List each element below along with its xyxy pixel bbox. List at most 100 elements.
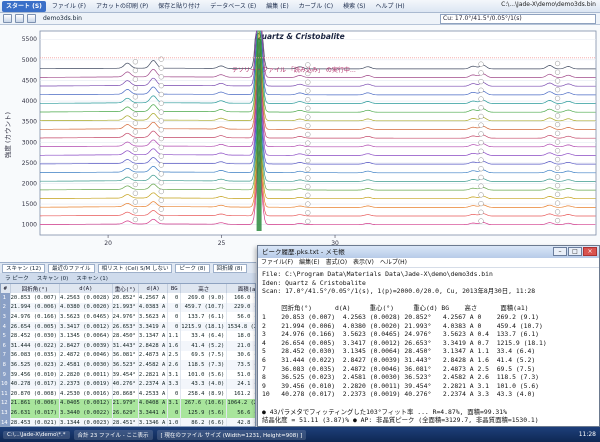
menu-item[interactable]: カーブル (C) — [295, 1, 337, 12]
bottom-tab[interactable]: 相リスト (Cel) S/M しない — [97, 263, 173, 273]
peak-marker — [478, 131, 484, 137]
panel-tab[interactable]: ラ ピーク — [2, 274, 32, 282]
open-icon[interactable] — [3, 14, 12, 23]
peak-marker — [158, 215, 164, 221]
table-row[interactable]: 9 39.456 (0.010) 2.2820 (0.0011) 39.454° 2.2… — [1, 369, 255, 380]
peak-marker — [554, 104, 561, 110]
panel-tab[interactable]: スキャン (1) — [73, 274, 111, 282]
peak-marker — [478, 218, 484, 224]
peak-marker — [554, 95, 561, 101]
table-cell: 3.1344 (0.0023) — [59, 417, 113, 426]
bottom-tab[interactable]: ピーク (8) — [175, 263, 210, 273]
peak-marker — [554, 60, 561, 67]
status-item: C:\...\Jade-X\demo\*.* — [3, 430, 70, 439]
table-cell: 24.976° — [112, 312, 139, 322]
table-row[interactable]: 11 20.870 (0.008) 4.2530 (0.0016) 20.868° 4.… — [1, 388, 255, 399]
start-button[interactable]: スタート (S) — [2, 0, 46, 12]
menu-item[interactable]: データベース (E) — [206, 1, 260, 12]
notepad-menu-item[interactable]: ファイル(F) — [261, 258, 293, 267]
menu-item[interactable]: 保存と貼り付け — [154, 1, 204, 12]
notepad-text[interactable]: File: C:\Program Data\Materials Data\Jad… — [258, 268, 599, 426]
chart-banner: テソリー・ファイル 「読み込み」 の実行中… — [232, 66, 356, 74]
peak-marker — [132, 181, 138, 188]
notepad-menu-item[interactable]: 編集(E) — [299, 258, 319, 267]
table-row[interactable]: 1 20.853 (0.007) 4.2563 (0.0028) 20.852° 4.2… — [1, 293, 255, 303]
peak-table-header[interactable]: 重心(°) — [112, 284, 139, 293]
table-row[interactable]: 10 40.278 (0.017) 2.2373 (0.0019) 40.276° 2.… — [1, 379, 255, 389]
notepad-line: 3 24.976 (0.166) 3.5623 (0.0465) 24.976°… — [262, 330, 540, 339]
table-cell: 3.3440 (0.0022) — [59, 408, 113, 418]
peak-marker — [478, 122, 484, 128]
y-tick-label: 2000 — [22, 180, 37, 187]
peak-marker — [158, 206, 164, 212]
table-row[interactable]: 3 24.976 (0.166) 3.5623 (0.0465) 24.976° 3.5… — [1, 312, 255, 322]
table-cell: 28.450° — [112, 331, 139, 341]
maximize-icon[interactable]: □ — [568, 247, 582, 256]
save-icon[interactable] — [15, 14, 24, 23]
panel-tab[interactable]: スキャン (0) — [34, 274, 72, 282]
table-cell: 20.852° — [112, 293, 139, 303]
print-icon[interactable] — [27, 14, 36, 23]
table-cell: 2.2820 (0.0011) — [59, 369, 113, 380]
peak-table-header[interactable]: BG — [167, 284, 182, 293]
notepad-menu-item[interactable]: 表示(V) — [353, 258, 374, 267]
table-row[interactable]: 14 28.453 (0.021) 3.1344 (0.0023) 28.451° 3.… — [1, 417, 255, 426]
peak-table-header[interactable]: 面積(a1) — [226, 284, 255, 293]
peak-table-header[interactable]: # — [1, 284, 11, 293]
table-cell: 2.2374 A — [138, 379, 169, 389]
peak-marker — [132, 216, 138, 223]
table-cell: 21.979° — [112, 398, 139, 409]
notepad-menu-item[interactable]: ヘルプ(H) — [380, 258, 407, 267]
table-cell: 3.1346 A — [138, 417, 169, 426]
menu-item[interactable]: アカットの印刷 (P) — [92, 1, 152, 12]
table-row[interactable]: 8 36.525 (0.023) 2.4581 (0.0030) 36.523° 2.4… — [1, 360, 255, 370]
peak-marker — [305, 140, 311, 146]
table-cell: 39.456 (0.010) — [10, 369, 60, 380]
table-cell: 4.0405 (0.0012) — [59, 398, 113, 409]
peak-table-header[interactable]: 回折角(°) — [10, 284, 60, 293]
table-cell: 459.7 (10.7) — [180, 302, 228, 313]
peak-marker — [554, 148, 561, 154]
menu-item[interactable]: ファイル (F) — [48, 1, 90, 12]
table-row[interactable]: 13 26.631 (0.017) 3.3440 (0.0022) 26.629° 3.… — [1, 408, 255, 418]
table-cell: 4.0383 A — [138, 302, 169, 313]
table-row[interactable]: 6 31.444 (0.022) 2.8427 (0.0039) 31.443° 2.8… — [1, 340, 255, 351]
xrd-pattern-plot[interactable]: 1000 1500 2000 2500 3000 3500 4000 4500 5000 5500… — [0, 25, 600, 262]
menu-item[interactable]: 検索 (S) — [339, 1, 369, 12]
table-row[interactable]: 4 26.654 (0.005) 3.3417 (0.0012) 26.653° 3.3… — [1, 321, 255, 332]
peak-marker — [305, 192, 311, 198]
peak-marker — [478, 78, 484, 85]
notepad-line: 4 26.654 (0.005) 3.3417 (0.0012) 26.653°… — [262, 338, 547, 347]
table-cell: 0 — [167, 321, 182, 332]
peak-marker — [554, 130, 561, 136]
scan-parameters-field[interactable]: Cu: 17.0°/41.5°/0.05°/1(s) — [440, 14, 596, 24]
peak-table-header[interactable]: d(A) — [138, 284, 169, 293]
peak-table-header[interactable]: 高さ — [180, 284, 228, 293]
table-row[interactable]: 5 28.452 (0.030) 3.1345 (0.0064) 28.450° 3.1… — [1, 331, 255, 341]
table-row[interactable]: 2 21.994 (0.006) 4.0380 (0.0020) 21.993° 4.0… — [1, 302, 255, 313]
peak-table-header[interactable]: d(A) — [59, 284, 113, 293]
bottom-tab[interactable]: 最近のファイル — [48, 263, 95, 273]
statusbar: C:\...\Jade-X\demo\*.* 合計 23 ファイル - ここ表示[… — [0, 427, 600, 442]
minimize-icon[interactable]: – — [553, 247, 567, 256]
notepad-line: 2 21.994 (0.006) 4.0380 (0.0020) 21.993°… — [262, 321, 543, 330]
table-row[interactable]: 7 36.083 (0.035) 2.4872 (0.0046) 36.081° 2.4… — [1, 350, 255, 361]
menu-item[interactable]: ヘルプ (H) — [372, 1, 409, 12]
notepad-titlebar[interactable]: ピーク履歴.pks.txt - メモ帳 – □ × — [258, 246, 599, 258]
close-icon[interactable]: × — [583, 247, 597, 256]
menu-item[interactable]: 編集 (E) — [262, 1, 292, 12]
peak-marker — [158, 188, 164, 195]
peak-marker — [132, 76, 138, 82]
bottom-tab[interactable]: スキャン (12) — [2, 263, 46, 273]
notepad-line — [262, 425, 595, 426]
table-cell: 0 — [167, 388, 182, 399]
table-row[interactable]: 12 21.861 (0.006) 4.0405 (0.0012) 21.979° 4.… — [1, 398, 255, 409]
notepad-menu-item[interactable]: 書式(O) — [326, 258, 347, 267]
table-cell: 101.0 (5.6) — [180, 369, 228, 380]
bottom-tab[interactable]: 回折線 (8) — [212, 263, 247, 273]
table-cell: 56.6 (3.6) — [226, 408, 255, 418]
peak-marker — [132, 67, 138, 74]
y-tick-label: 4000 — [22, 98, 37, 105]
table-cell: 3.1 — [167, 398, 182, 409]
bottom-tabs: スキャン (12) 最近のファイル 相リスト (Cel) S/M しない ピーク (8… — [0, 262, 256, 273]
